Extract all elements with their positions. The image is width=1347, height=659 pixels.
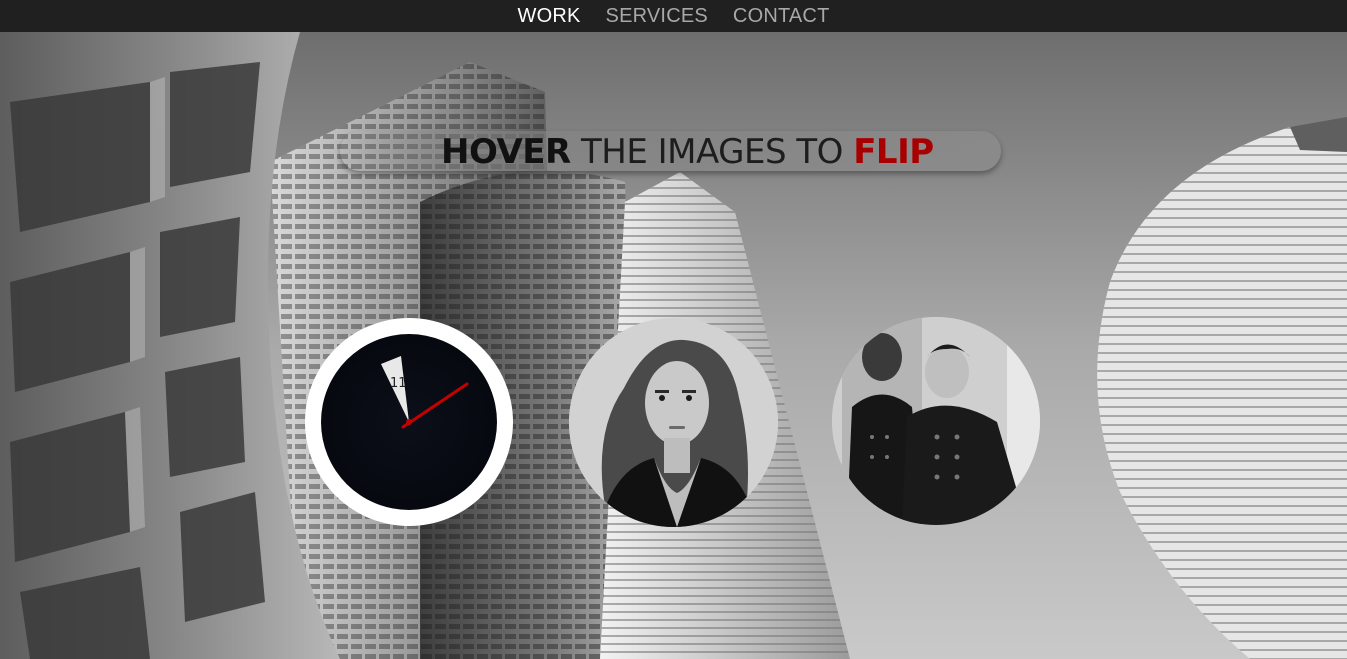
page: WORK SERVICES CONTACT HOVER THE IMAGES T… [0,0,1347,659]
flip-card-clock[interactable]: 11 [305,318,513,526]
portrait-men-image [832,317,1040,525]
page-headline: HOVER THE IMAGES TO FLIP [441,130,934,174]
headline-emphasis-flip: FLIP [853,132,934,172]
flip-card-portrait-men[interactable] [832,317,1040,525]
clock-number: 11 [390,376,407,391]
flip-card-portrait-woman[interactable] [569,318,778,527]
top-navigation: WORK SERVICES CONTACT [0,0,1347,32]
headline-middle-text: THE IMAGES TO [570,132,854,172]
headline-emphasis-hover: HOVER [441,132,571,172]
clock-hand [401,382,469,429]
clock-center-dot [406,419,412,425]
clock-icon [381,356,469,429]
clock-face: 11 [321,334,497,510]
nav-item-work[interactable]: WORK [518,5,581,28]
nav-item-services[interactable]: SERVICES [606,5,708,28]
portrait-woman-image [569,318,778,527]
nav-item-contact[interactable]: CONTACT [733,5,830,28]
